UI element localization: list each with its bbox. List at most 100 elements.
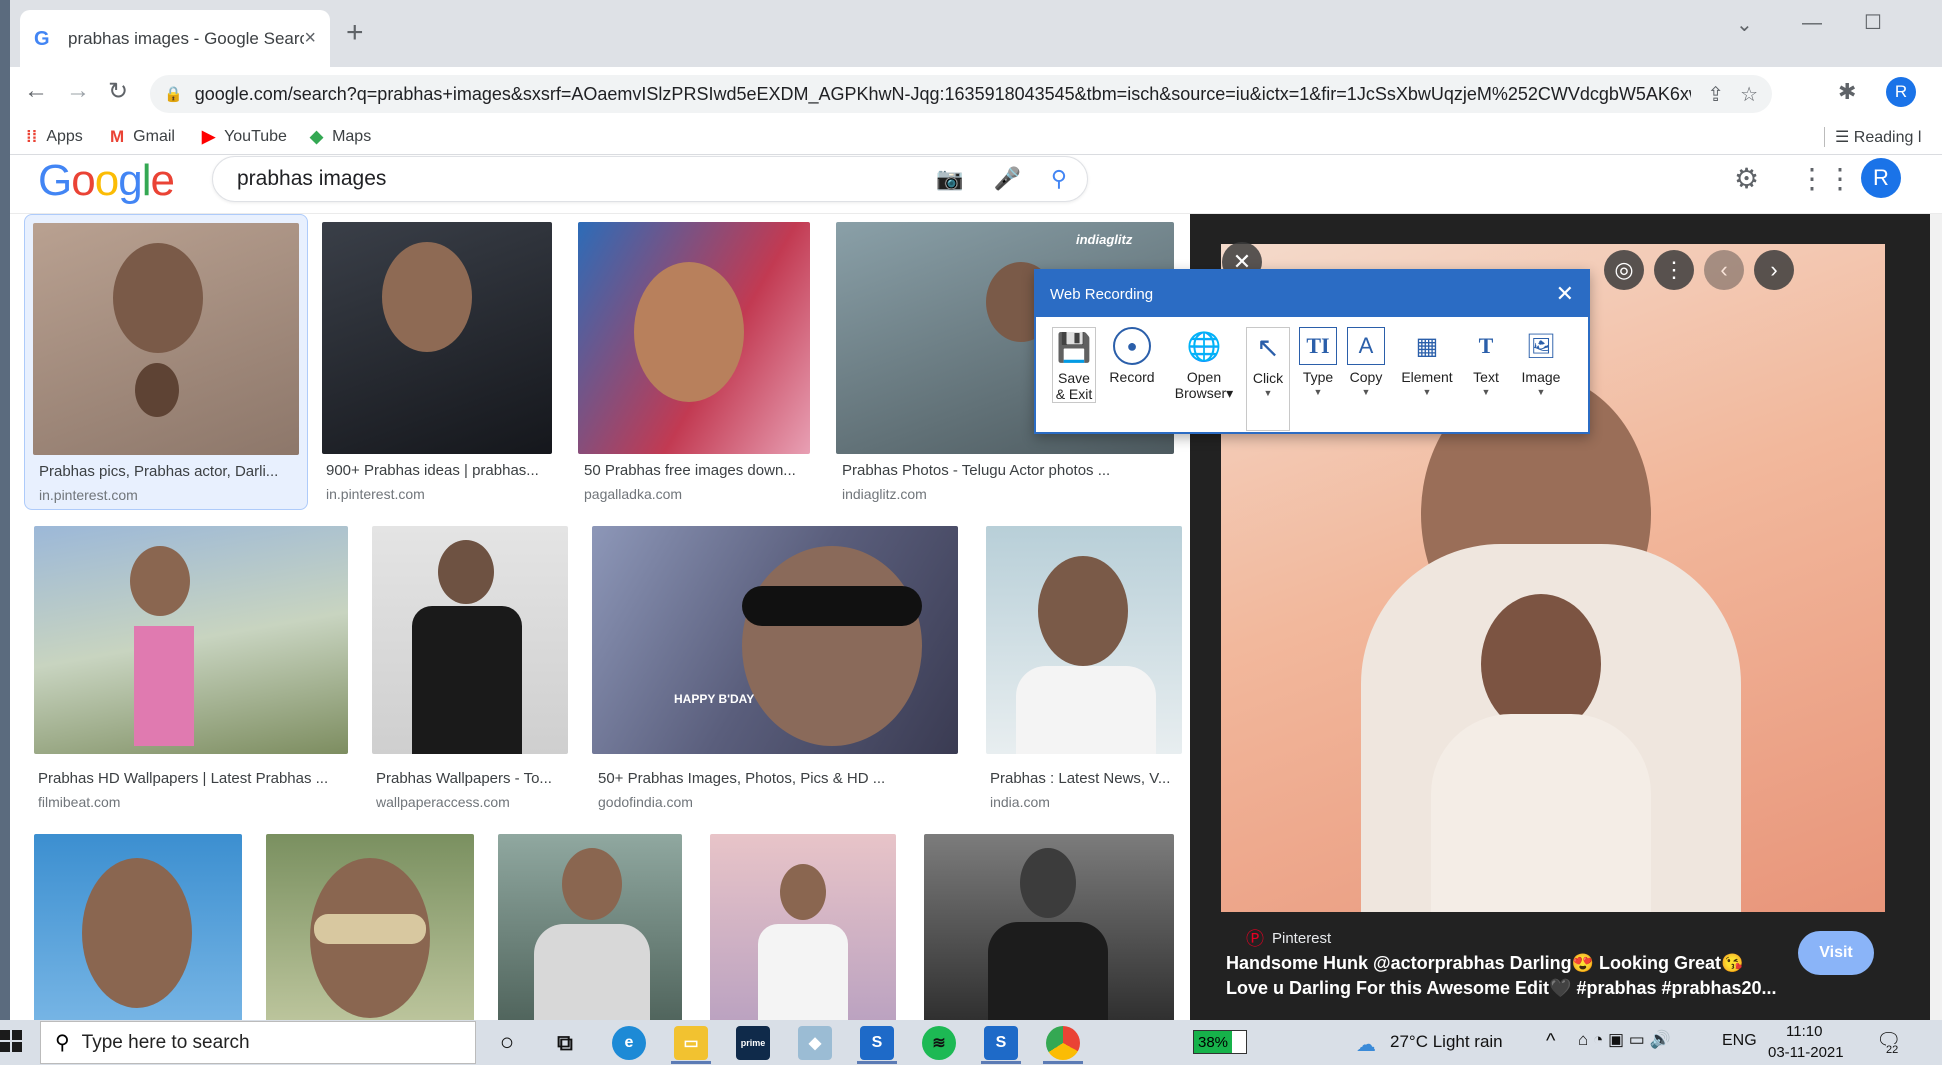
reload-icon[interactable]: ↻ <box>108 77 128 106</box>
search-box[interactable]: prabhas images 📷 🎤 ⚲ <box>212 156 1088 202</box>
result-thumbnail[interactable] <box>34 834 242 1020</box>
clock-time[interactable]: 11:10 <box>1786 1023 1822 1040</box>
bookmark-apps[interactable]: ⁞⁞ Apps <box>26 127 83 147</box>
result-thumbnail[interactable] <box>986 526 1182 754</box>
chrome-icon[interactable] <box>1046 1026 1080 1060</box>
result-card[interactable]: Prabhas Wallpapers - To... wallpaperacce… <box>372 526 572 826</box>
spotify-icon[interactable]: ≋ <box>922 1026 956 1060</box>
google-logo[interactable]: Google <box>38 156 175 206</box>
forward-icon[interactable]: → <box>66 77 90 105</box>
minimize-icon[interactable]: — <box>1802 12 1822 35</box>
dropdown-arrow-icon[interactable]: ▼ <box>1362 387 1371 397</box>
google-account-avatar[interactable]: R <box>1861 158 1901 198</box>
new-tab-button[interactable]: + <box>346 18 364 48</box>
result-thumbnail[interactable] <box>498 834 682 1020</box>
result-domain[interactable]: godofindia.com <box>598 794 693 810</box>
dropdown-arrow-icon[interactable]: ▼ <box>1537 387 1546 397</box>
recording-tool-icon[interactable]: S <box>860 1026 894 1060</box>
task-view-icon[interactable]: ⧉ <box>548 1026 582 1060</box>
camera-icon[interactable]: 📷 <box>936 166 963 192</box>
result-card[interactable] <box>266 834 478 1020</box>
result-card[interactable] <box>924 834 1178 1020</box>
result-caption[interactable]: 50+ Prabhas Images, Photos, Pics & HD ..… <box>598 770 948 787</box>
result-domain[interactable]: wallpaperaccess.com <box>376 794 510 810</box>
preview-source[interactable]: Ⓟ Pinterest <box>1246 925 1331 951</box>
show-hidden-icons[interactable]: ^ <box>1546 1030 1555 1053</box>
result-card[interactable]: Prabhas HD Wallpapers | Latest Prabhas .… <box>34 526 354 826</box>
search-icon[interactable]: ⚲ <box>1051 166 1067 192</box>
result-domain[interactable]: in.pinterest.com <box>39 487 138 503</box>
share-icon[interactable]: ⇪ <box>1707 82 1724 107</box>
result-card[interactable]: 900+ Prabhas ideas | prabhas... in.pinte… <box>322 214 562 510</box>
result-domain[interactable]: pagalladka.com <box>584 486 682 502</box>
result-domain[interactable]: filmibeat.com <box>38 794 120 810</box>
dropdown-arrow-icon[interactable]: ▼ <box>1482 387 1491 397</box>
app-icon[interactable]: ◆ <box>798 1026 832 1060</box>
taskbar-search-box[interactable]: ⚲ Type here to search <box>40 1021 476 1064</box>
preview-title-line1[interactable]: Handsome Hunk @actorprabhas Darling😍 Loo… <box>1226 953 1743 974</box>
search-query[interactable]: prabhas images <box>237 167 936 191</box>
weather-text[interactable]: 27°C Light rain <box>1390 1032 1503 1052</box>
result-caption[interactable]: Prabhas Wallpapers - To... <box>376 770 572 787</box>
bookmark-gmail[interactable]: M Gmail <box>110 127 175 147</box>
tab-close-icon[interactable]: × <box>304 27 316 50</box>
extensions-icon[interactable]: ✱ <box>1838 79 1856 105</box>
result-card[interactable]: HAPPY B'DAY 50+ Prabhas Images, Photos, … <box>592 526 962 826</box>
bookmark-maps[interactable]: ◆ Maps <box>310 127 371 147</box>
result-card[interactable] <box>34 834 246 1020</box>
battery-indicator[interactable]: 38% <box>1193 1030 1248 1054</box>
windows-start-icon[interactable] <box>0 1030 22 1052</box>
preview-title-line2[interactable]: Love u Darling For this Awesome Edit🖤 #p… <box>1226 978 1777 999</box>
system-tray-icons[interactable]: ⌂ ◔ ▣ ▭ 🔊 <box>1578 1030 1671 1050</box>
result-thumbnail[interactable] <box>322 222 552 454</box>
record-button[interactable]: ● Record <box>1104 327 1160 385</box>
tab-google-search[interactable]: G prabhas images - Google Search × <box>20 10 330 67</box>
save-exit-button[interactable]: 💾 Save & Exit <box>1052 327 1096 403</box>
reading-list-button[interactable]: ☰ Reading l <box>1824 127 1921 147</box>
dropdown-arrow-icon[interactable]: ▼ <box>1423 387 1432 397</box>
result-domain[interactable]: in.pinterest.com <box>326 486 425 502</box>
result-thumbnail[interactable] <box>710 834 896 1020</box>
result-card[interactable]: Prabhas pics, Prabhas actor, Darli... in… <box>24 214 308 510</box>
result-thumbnail[interactable] <box>266 834 474 1020</box>
edge-icon[interactable]: e <box>612 1026 646 1060</box>
result-card[interactable]: 50 Prabhas free images down... pagalladk… <box>578 214 818 510</box>
visual-search-icon[interactable]: ◎ <box>1604 250 1644 290</box>
result-thumbnail[interactable] <box>924 834 1174 1020</box>
result-caption[interactable]: 50 Prabhas free images down... <box>584 462 814 479</box>
weather-icon[interactable]: ☁ <box>1356 1032 1376 1057</box>
result-thumbnail[interactable] <box>33 223 299 455</box>
result-thumbnail[interactable] <box>578 222 810 454</box>
microphone-icon[interactable]: 🎤 <box>993 166 1020 192</box>
close-icon[interactable]: ✕ <box>1556 281 1574 307</box>
visit-button[interactable]: Visit <box>1798 931 1874 975</box>
file-explorer-icon[interactable]: ▭ <box>674 1026 708 1060</box>
type-button[interactable]: TI Type ▼ <box>1296 327 1340 397</box>
tab-search-icon[interactable]: ⌄ <box>1736 12 1753 37</box>
result-thumbnail[interactable] <box>34 526 348 754</box>
result-caption[interactable]: Prabhas Photos - Telugu Actor photos ... <box>842 462 1172 479</box>
settings-gear-icon[interactable]: ⚙ <box>1734 162 1759 195</box>
bookmark-youtube[interactable]: ▶ YouTube <box>202 127 287 147</box>
result-thumbnail[interactable] <box>372 526 568 754</box>
result-caption[interactable]: Prabhas HD Wallpapers | Latest Prabhas .… <box>38 770 348 787</box>
result-card[interactable] <box>498 834 684 1020</box>
copy-button[interactable]: A Copy ▼ <box>1344 327 1388 397</box>
result-domain[interactable]: india.com <box>990 794 1050 810</box>
more-options-icon[interactable]: ⋮ <box>1654 250 1694 290</box>
result-domain[interactable]: indiaglitz.com <box>842 486 927 502</box>
dropdown-arrow-icon[interactable]: ▼ <box>1314 387 1323 397</box>
click-button[interactable]: ↖ Click ▼ <box>1246 327 1290 431</box>
result-thumbnail[interactable]: HAPPY B'DAY <box>592 526 958 754</box>
clock-date[interactable]: 03-11-2021 <box>1768 1044 1844 1061</box>
maximize-icon[interactable]: ☐ <box>1864 10 1882 35</box>
result-card[interactable]: Prabhas : Latest News, V... india.com <box>986 526 1186 826</box>
lock-icon[interactable]: 🔒 <box>164 85 183 103</box>
page-scrollbar[interactable] <box>1930 214 1942 1020</box>
language-indicator[interactable]: ENG <box>1722 1032 1757 1050</box>
next-image-icon[interactable]: › <box>1754 250 1794 290</box>
result-caption[interactable]: 900+ Prabhas ideas | prabhas... <box>326 462 554 479</box>
back-icon[interactable]: ← <box>24 77 48 105</box>
recording-tool-icon[interactable]: S <box>984 1026 1018 1060</box>
prime-video-icon[interactable]: prime <box>736 1026 770 1060</box>
